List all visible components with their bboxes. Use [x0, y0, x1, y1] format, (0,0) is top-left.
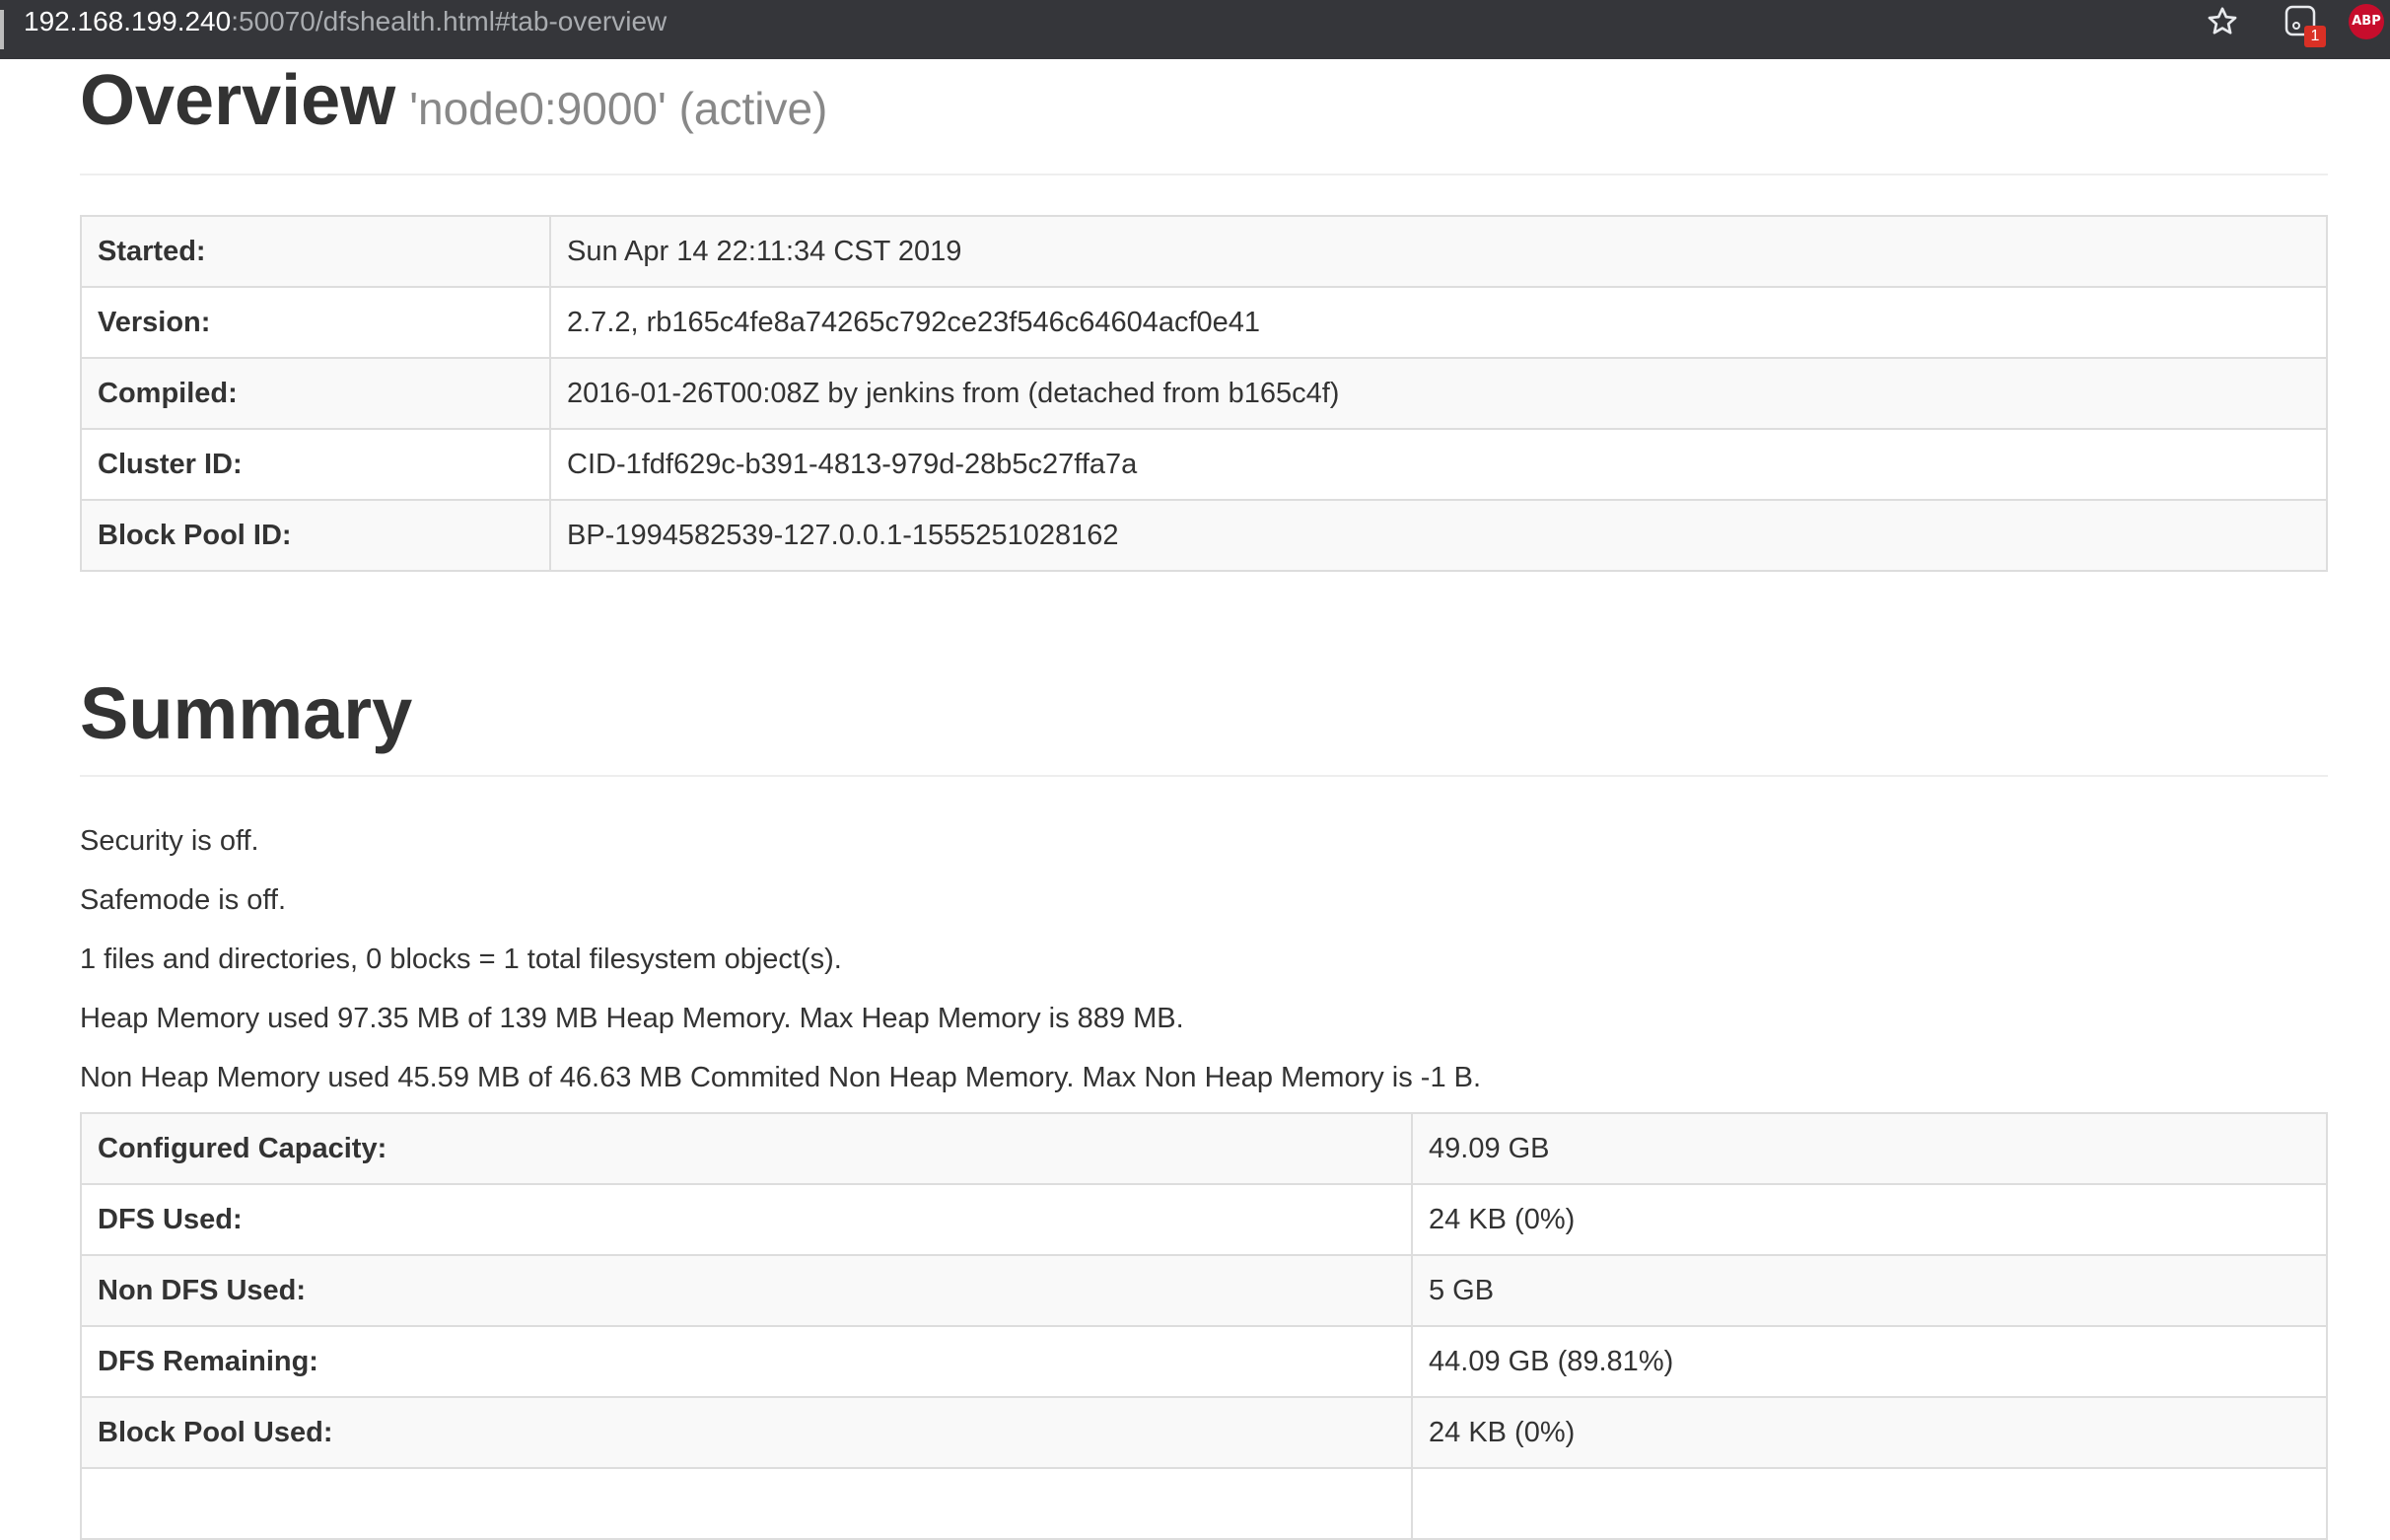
overview-table: Started: Sun Apr 14 22:11:34 CST 2019 Ve… — [80, 215, 2328, 572]
toolbar-edge — [0, 10, 4, 49]
table-row: Cluster ID: CID-1fdf629c-b391-4813-979d-… — [80, 428, 2328, 501]
row-label: Compiled: — [80, 357, 551, 430]
overview-title: Overview — [80, 61, 396, 140]
heap-memory: Heap Memory used 97.35 MB of 139 MB Heap… — [80, 1003, 1184, 1034]
row-label: Block Pool ID: — [80, 499, 551, 572]
page-content: Overview 'node0:9000' (active) Started: S… — [80, 59, 2328, 1540]
namenode-subtitle: 'node0:9000' (active) — [409, 83, 828, 134]
row-value: Sun Apr 14 22:11:34 CST 2019 — [549, 215, 2328, 288]
safemode-status: Safemode is off. — [80, 884, 287, 916]
url-host: 192.168.199.240 — [24, 6, 232, 36]
row-label: Version: — [80, 286, 551, 359]
row-value: 49.09 GB — [1411, 1112, 2328, 1185]
table-row: Version: 2.7.2, rb165c4fe8a74265c792ce23… — [80, 286, 2328, 359]
address-bar[interactable]: 192.168.199.240:50070/dfshealth.html#tab… — [24, 0, 667, 47]
row-label: DFS Used: — [80, 1183, 1413, 1256]
non-heap-memory: Non Heap Memory used 45.59 MB of 46.63 M… — [80, 1062, 1482, 1093]
row-label — [80, 1467, 1413, 1540]
adblock-plus-icon[interactable]: ABP — [2349, 4, 2384, 39]
star-icon[interactable] — [2205, 4, 2240, 39]
row-label: Non DFS Used: — [80, 1254, 1413, 1327]
row-value: CID-1fdf629c-b391-4813-979d-28b5c27ffa7a — [549, 428, 2328, 501]
page-title: Overview 'node0:9000' (active) — [80, 59, 827, 150]
summary-header: Summary — [80, 653, 2328, 777]
filesystem-objects: 1 files and directories, 0 blocks = 1 to… — [80, 944, 842, 975]
table-row: Block Pool ID: BP-1994582539-127.0.0.1-1… — [80, 499, 2328, 572]
row-value: 44.09 GB (89.81%) — [1411, 1325, 2328, 1398]
table-row — [80, 1467, 2328, 1540]
row-label: Block Pool Used: — [80, 1396, 1413, 1469]
row-value: 2016-01-26T00:08Z by jenkins from (detac… — [549, 357, 2328, 430]
table-row: Started: Sun Apr 14 22:11:34 CST 2019 — [80, 215, 2328, 288]
overview-header: Overview 'node0:9000' (active) — [80, 59, 2328, 175]
security-status: Security is off. — [80, 825, 259, 857]
url-path: :50070/dfshealth.html#tab-overview — [231, 6, 668, 36]
table-row: Compiled: 2016-01-26T00:08Z by jenkins f… — [80, 357, 2328, 430]
row-value — [1411, 1467, 2328, 1540]
row-label: Configured Capacity: — [80, 1112, 1413, 1185]
row-label: Cluster ID: — [80, 428, 551, 501]
row-value: 2.7.2, rb165c4fe8a74265c792ce23f546c6460… — [549, 286, 2328, 359]
row-label: DFS Remaining: — [80, 1325, 1413, 1398]
table-row: DFS Used: 24 KB (0%) — [80, 1183, 2328, 1256]
table-row: Non DFS Used: 5 GB — [80, 1254, 2328, 1327]
capacity-table: Configured Capacity: 49.09 GB DFS Used: … — [80, 1112, 2328, 1540]
summary-lines: Security is off. Safemode is off. 1 file… — [80, 811, 2328, 1107]
table-row: Block Pool Used: 24 KB (0%) — [80, 1396, 2328, 1469]
row-value: 24 KB (0%) — [1411, 1396, 2328, 1469]
summary-title: Summary — [80, 672, 413, 754]
row-value: 5 GB — [1411, 1254, 2328, 1327]
row-label: Started: — [80, 215, 551, 288]
table-row: Configured Capacity: 49.09 GB — [80, 1112, 2328, 1185]
browser-toolbar: 192.168.199.240:50070/dfshealth.html#tab… — [0, 0, 2390, 59]
extension-badge: 1 — [2304, 26, 2326, 47]
row-value: BP-1994582539-127.0.0.1-1555251028162 — [549, 499, 2328, 572]
table-row: DFS Remaining: 44.09 GB (89.81%) — [80, 1325, 2328, 1398]
row-value: 24 KB (0%) — [1411, 1183, 2328, 1256]
